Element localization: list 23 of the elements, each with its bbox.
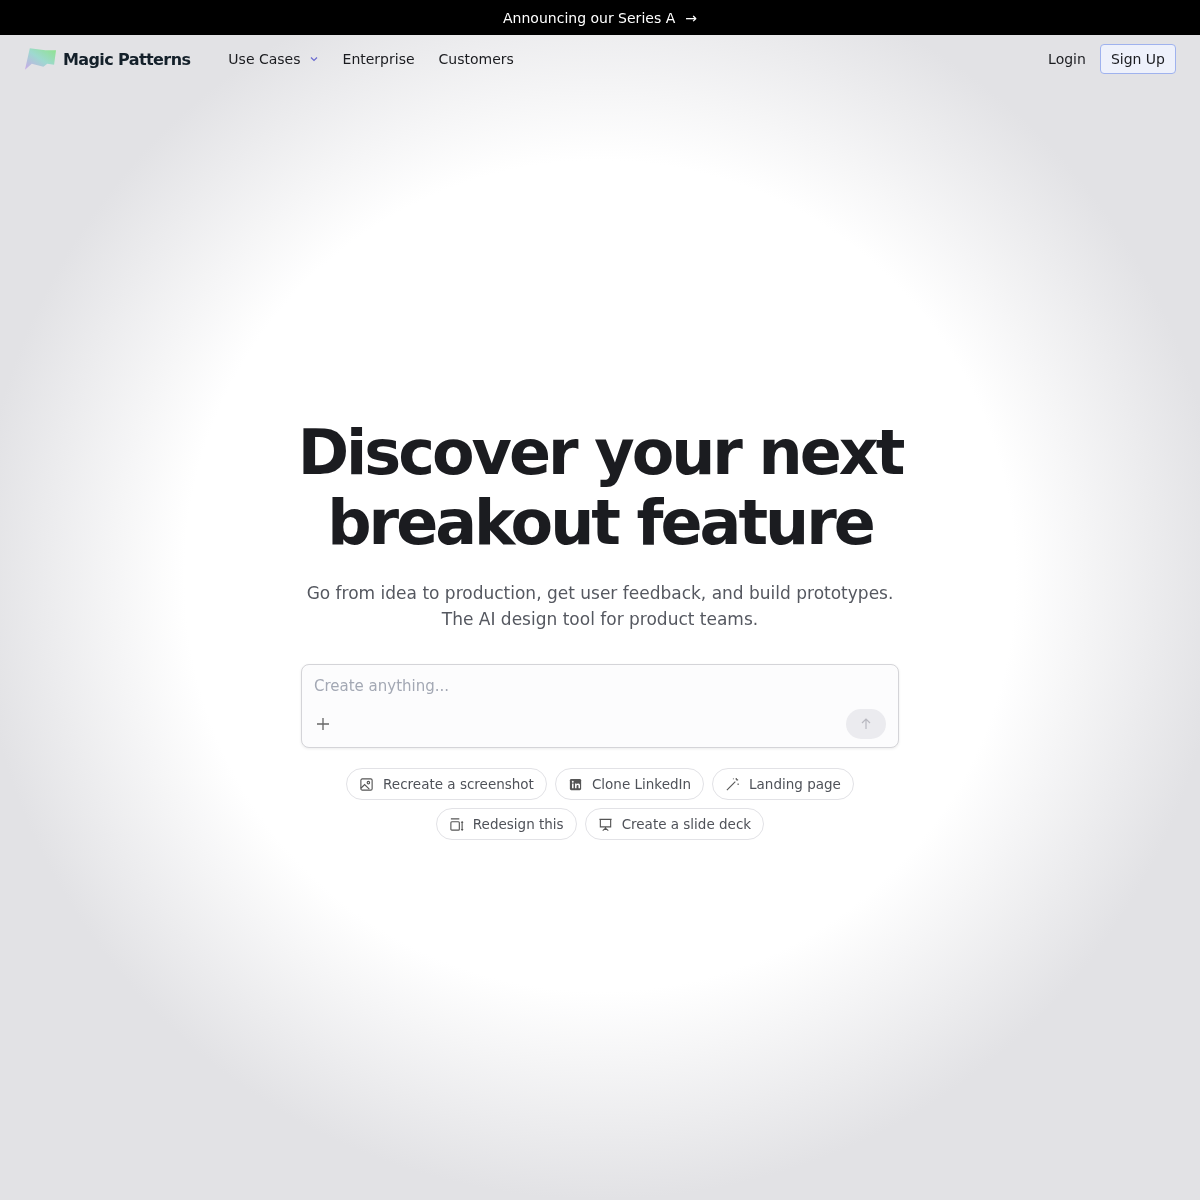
nav-link[interactable]: Customers — [426, 51, 526, 67]
plus-icon[interactable] — [316, 717, 330, 731]
nav-link[interactable]: Use Cases — [216, 51, 331, 67]
image-icon — [359, 776, 375, 792]
suggestion-chip[interactable]: Landing page — [712, 768, 854, 800]
prompt-input[interactable]: Create anything... — [314, 677, 886, 695]
suggestion-chip[interactable]: Redesign this — [435, 808, 577, 840]
resize-frame-icon — [448, 816, 464, 832]
hero-subtitle: Go from idea to production, get user feedback, and build prototypes. The AI design tool for product teams. — [306, 582, 894, 631]
suggestion-chip[interactable]: Clone LinkedIn — [554, 768, 705, 800]
brand-logo-link[interactable]: Magic Patterns — [24, 47, 191, 71]
announcement-banner[interactable]: Announcing our Series A → — [0, 0, 1200, 35]
presentation-icon — [597, 816, 613, 832]
logo-icon — [24, 47, 57, 71]
magic-wand-icon — [725, 776, 741, 792]
linkedin-icon — [567, 776, 583, 792]
hero-heading: Discover your next breakout feature — [297, 418, 903, 558]
login-link[interactable]: Login — [1048, 51, 1086, 67]
suggestion-chip[interactable]: Create a slide deck — [584, 808, 765, 840]
arrow-up-icon — [859, 717, 873, 731]
nav-link[interactable]: Enterprise — [330, 51, 427, 67]
suggestion-chip[interactable]: Recreate a screenshot — [346, 768, 547, 800]
sign-up-button[interactable]: Sign Up — [1099, 44, 1176, 74]
